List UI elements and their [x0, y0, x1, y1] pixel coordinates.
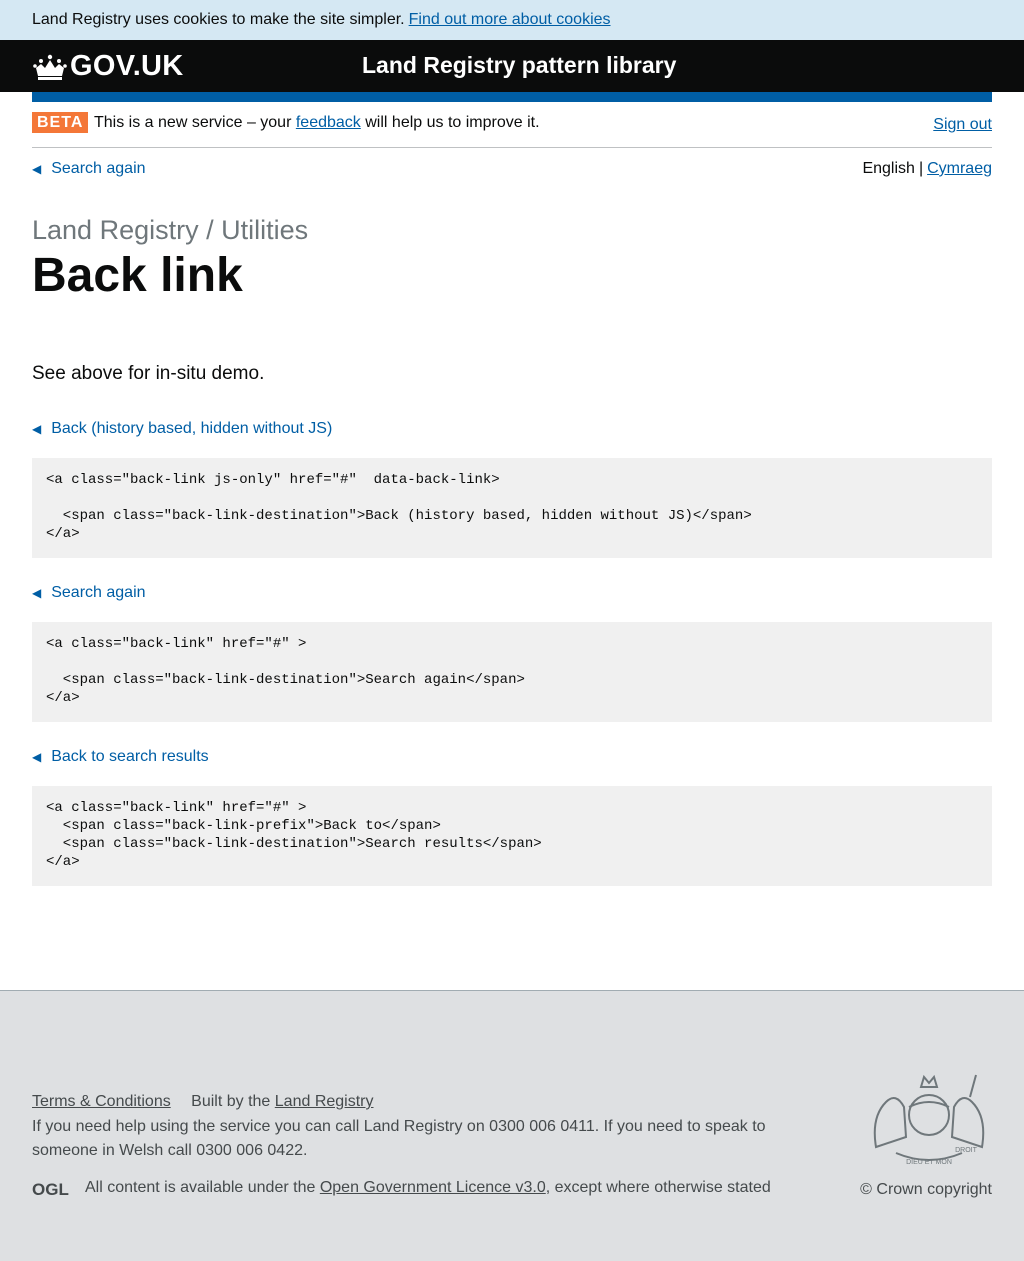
phase-text-before: This is a new service – your — [94, 114, 292, 131]
govuk-logo-link[interactable]: GOV.UK — [32, 50, 184, 83]
licence-text-before: All content is available under the — [85, 1179, 316, 1196]
svg-text:DIEU ET MON: DIEU ET MON — [906, 1159, 952, 1166]
code-example-1: <a class="back-link js-only" href="#" da… — [32, 458, 992, 558]
code-example-2: <a class="back-link" href="#" > <span cl… — [32, 622, 992, 722]
royal-coat-of-arms-icon: DIEU ET MON DROIT — [873, 1074, 985, 1166]
cookie-banner: Land Registry uses cookies to make the s… — [0, 0, 1024, 40]
ogl-logo-icon: OGL — [32, 1180, 69, 1197]
svg-text:OGL: OGL — [32, 1180, 69, 1197]
header-accent-bar — [32, 92, 992, 102]
back-link-row: ◀ Search again English | Cymraeg — [32, 160, 992, 184]
triangle-left-icon: ◀ — [32, 162, 42, 176]
sign-out-link[interactable]: Sign out — [933, 116, 992, 134]
footer-help-text: If you need help using the service you c… — [32, 1118, 766, 1159]
triangle-left-icon: ◀ — [32, 750, 42, 764]
language-current: English — [862, 160, 915, 177]
licence-text-after: , except where otherwise stated — [545, 1179, 771, 1196]
beta-tag: BETA — [32, 112, 89, 133]
back-link-label: Search again — [51, 584, 146, 601]
language-separator: | — [918, 160, 924, 177]
built-by-text: Built by the — [191, 1093, 271, 1110]
terms-link[interactable]: Terms & Conditions — [32, 1093, 171, 1110]
code-example-3: <a class="back-link" href="#" > <span cl… — [32, 786, 992, 886]
global-header: GOV.UK Land Registry pattern library — [0, 40, 1024, 92]
page-caption: Land Registry / Utilities — [32, 215, 309, 245]
footer: Terms & Conditions Built by the Land Reg… — [0, 990, 1024, 1261]
intro-text: See above for in-situ demo. — [32, 363, 265, 384]
back-link-label: Back to search results — [51, 748, 209, 765]
language-cymraeg-link[interactable]: Cymraeg — [927, 160, 992, 177]
footer-links: Terms & Conditions Built by the Land Reg… — [32, 1093, 374, 1111]
crown-copyright: © Crown copyright — [860, 1181, 992, 1198]
back-link-label: Search again — [51, 160, 146, 177]
cookie-info-link[interactable]: Find out more about cookies — [409, 11, 611, 29]
triangle-left-icon: ◀ — [32, 586, 42, 600]
example-back-link-history[interactable]: ◀ Back (history based, hidden without JS… — [32, 420, 332, 438]
cookie-banner-text: Land Registry uses cookies to make the s… — [32, 11, 405, 28]
phase-banner-text: This is a new service – your feedback wi… — [94, 114, 540, 132]
example-back-link-row: ◀ Back to search results — [32, 748, 992, 772]
licence-row: OGL All content is available under the O… — [32, 1179, 771, 1197]
phase-text-after: will help us to improve it. — [365, 114, 540, 131]
example-back-link-row: ◀ Search again — [32, 584, 992, 608]
crown-icon — [33, 54, 67, 80]
govuk-logotype: GOV.UK — [70, 50, 184, 82]
example-back-link-search-again[interactable]: ◀ Search again — [32, 584, 146, 602]
back-link-label: Back (history based, hidden without JS) — [51, 420, 333, 437]
phase-banner: BETA This is a new service – your feedba… — [32, 102, 992, 148]
svg-text:DROIT: DROIT — [955, 1147, 978, 1154]
top-back-link[interactable]: ◀ Search again — [32, 160, 146, 178]
service-name-link[interactable]: Land Registry pattern library — [362, 52, 676, 79]
example-back-link-row: ◀ Back (history based, hidden without JS… — [32, 420, 992, 444]
example-back-link-search-results[interactable]: ◀ Back to search results — [32, 748, 209, 766]
language-switcher: English | Cymraeg — [862, 160, 992, 178]
triangle-left-icon: ◀ — [32, 422, 42, 436]
land-registry-link[interactable]: Land Registry — [275, 1093, 374, 1110]
page-title: Back link — [32, 249, 243, 302]
feedback-link[interactable]: feedback — [296, 114, 361, 131]
ogl-licence-link[interactable]: Open Government Licence v3.0 — [320, 1179, 546, 1197]
